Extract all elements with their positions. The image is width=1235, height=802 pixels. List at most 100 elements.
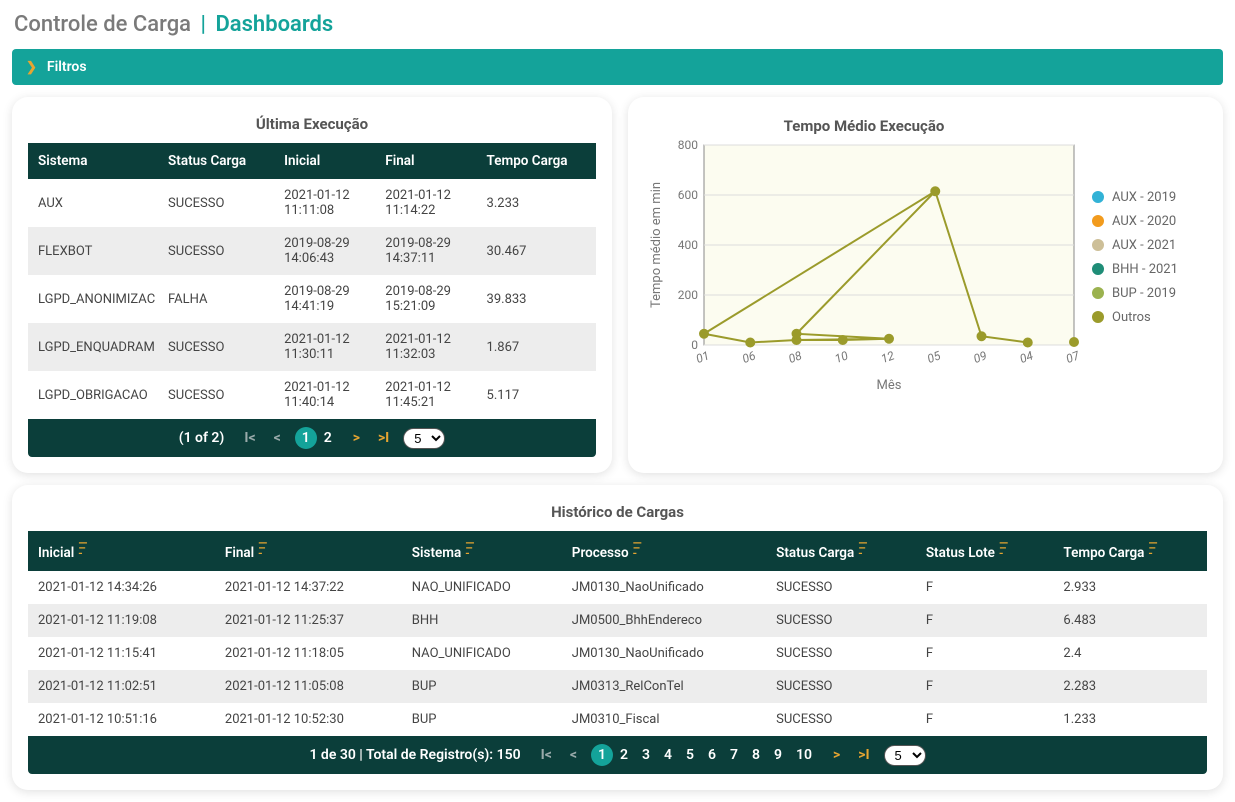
legend-item[interactable]: BUP - 2019 — [1092, 286, 1207, 301]
table-row: LGPD_OBRIGACAOSUCESSO2021-01-1211:40:142… — [28, 371, 596, 419]
page-size-select[interactable]: 5 — [884, 745, 926, 766]
legend-dot-icon — [1092, 215, 1104, 227]
cell-tempo: 6.483 — [1053, 604, 1207, 637]
page-title: Controle de Carga | Dashboards — [4, 4, 1231, 45]
cell-status: SUCESSO — [766, 637, 916, 670]
cell-lote: F — [916, 703, 1054, 736]
page-9[interactable]: 9 — [767, 745, 789, 765]
cell-final: 2021-01-12 11:25:37 — [215, 604, 402, 637]
cell-tempo: 1.867 — [477, 323, 596, 371]
page-2[interactable]: 2 — [613, 745, 635, 765]
legend-item[interactable]: Outros — [1092, 310, 1207, 325]
legend-item[interactable]: AUX - 2019 — [1092, 190, 1207, 205]
prev-page-button[interactable]: < — [270, 428, 285, 448]
paginator-info: (1 of 2) — [179, 430, 225, 446]
legend-dot-icon — [1092, 263, 1104, 275]
cell-sistema: LGPD_ANONIMIZAC — [28, 275, 158, 323]
col-sistema[interactable]: Sistema—–- — [402, 531, 562, 571]
page-10[interactable]: 10 — [789, 745, 819, 765]
cell-tempo: 1.233 — [1053, 703, 1207, 736]
cell-inicial: 2021-01-12 11:02:51 — [28, 670, 215, 703]
first-page-button[interactable]: I< — [537, 745, 556, 765]
cell-final: 2021-01-12 10:52:30 — [215, 703, 402, 736]
cell-status: SUCESSO — [766, 670, 916, 703]
cell-processo: JM0500_BhhEndereco — [562, 604, 766, 637]
cell-final: 2021-01-12 11:18:05 — [215, 637, 402, 670]
page-2[interactable]: 2 — [317, 428, 339, 448]
cell-tempo: 5.117 — [477, 371, 596, 419]
col-inicial[interactable]: Inicial—–- — [28, 531, 215, 571]
last-page-button[interactable]: >I — [374, 428, 393, 448]
app-name: Controle de Carga — [14, 12, 191, 37]
legend-item[interactable]: BHH - 2021 — [1092, 262, 1207, 277]
sort-icon: —–- — [633, 541, 642, 556]
page-8[interactable]: 8 — [745, 745, 767, 765]
last-page-button[interactable]: >I — [854, 745, 873, 765]
table-row: 2021-01-12 14:34:262021-01-12 14:37:22NA… — [28, 571, 1207, 604]
table-row: AUXSUCESSO2021-01-1211:11:082021-01-1211… — [28, 179, 596, 227]
chart-legend: AUX - 2019 AUX - 2020 AUX - 2021 BHH - 2021… — [1092, 115, 1207, 399]
page-6[interactable]: 6 — [701, 745, 723, 765]
page-7[interactable]: 7 — [723, 745, 745, 765]
next-page-button[interactable]: > — [349, 428, 364, 448]
col-tempo-carga[interactable]: Tempo Carga—–- — [1053, 531, 1207, 571]
cell-final: 2019-08-2914:37:11 — [375, 227, 476, 275]
svg-text:Tempo Médio Execução: Tempo Médio Execução — [784, 117, 945, 135]
cell-tempo: 30.467 — [477, 227, 596, 275]
cell-status: SUCESSO — [158, 371, 274, 419]
first-page-button[interactable]: I< — [240, 428, 259, 448]
page-5[interactable]: 5 — [679, 745, 701, 765]
legend-label: Outros — [1112, 310, 1151, 325]
legend-item[interactable]: AUX - 2020 — [1092, 214, 1207, 229]
svg-text:06: 06 — [740, 348, 757, 366]
col-final[interactable]: Final — [375, 143, 476, 179]
cell-processo: JM0310_Fiscal — [562, 703, 766, 736]
cell-lote: F — [916, 670, 1054, 703]
page-name: Dashboards — [215, 12, 333, 37]
page-3[interactable]: 3 — [635, 745, 657, 765]
page-4[interactable]: 4 — [657, 745, 679, 765]
filters-accordion[interactable]: ❯ Filtros — [12, 49, 1223, 85]
ultima-execucao-title: Última Execução — [28, 115, 596, 133]
title-separator: | — [201, 12, 206, 37]
cell-inicial: 2021-01-12 10:51:16 — [28, 703, 215, 736]
cell-tempo: 39.833 — [477, 275, 596, 323]
tempo-medio-card: Tempo Médio Execução02004006008000106081… — [628, 97, 1223, 473]
cell-inicial: 2021-01-12 11:15:41 — [28, 637, 215, 670]
table-row: LGPD_ENQUADRAMSUCESSO2021-01-1211:30:112… — [28, 323, 596, 371]
sort-icon: —–- — [1148, 541, 1157, 556]
cell-sistema: BUP — [402, 703, 562, 736]
cell-lote: F — [916, 637, 1054, 670]
legend-label: AUX - 2020 — [1112, 214, 1176, 229]
page-1[interactable]: 1 — [591, 744, 613, 766]
filters-label: Filtros — [47, 59, 87, 75]
col-status[interactable]: Status Carga — [158, 143, 274, 179]
col-status-carga[interactable]: Status Carga—–- — [766, 531, 916, 571]
cell-sistema: NAO_UNIFICADO — [402, 571, 562, 604]
next-page-button[interactable]: > — [829, 745, 844, 765]
col-tempo[interactable]: Tempo Carga — [477, 143, 596, 179]
svg-text:12: 12 — [879, 348, 897, 366]
svg-text:07: 07 — [1064, 348, 1082, 366]
table-row: LGPD_ANONIMIZACFALHA2019-08-2914:41:1920… — [28, 275, 596, 323]
tempo-medio-chart: Tempo Médio Execução02004006008000106081… — [644, 115, 1084, 395]
svg-text:800: 800 — [678, 138, 698, 152]
legend-dot-icon — [1092, 191, 1104, 203]
sort-icon: —–- — [465, 541, 474, 556]
legend-item[interactable]: AUX - 2021 — [1092, 238, 1207, 253]
page-size-select[interactable]: 5 — [403, 428, 445, 449]
cell-final: 2021-01-1211:45:21 — [375, 371, 476, 419]
cell-lote: F — [916, 571, 1054, 604]
prev-page-button[interactable]: < — [566, 745, 581, 765]
historico-card: Histórico de Cargas Inicial—–- Final—–- … — [12, 485, 1223, 790]
col-processo[interactable]: Processo—–- — [562, 531, 766, 571]
col-sistema[interactable]: Sistema — [28, 143, 158, 179]
cell-inicial: 2019-08-2914:41:19 — [274, 275, 375, 323]
cell-final: 2021-01-1211:32:03 — [375, 323, 476, 371]
col-inicial[interactable]: Inicial — [274, 143, 375, 179]
cell-sistema: NAO_UNIFICADO — [402, 637, 562, 670]
col-final[interactable]: Final—–- — [215, 531, 402, 571]
legend-label: AUX - 2021 — [1112, 238, 1176, 253]
page-1[interactable]: 1 — [295, 427, 317, 449]
col-status-lote[interactable]: Status Lote—–- — [916, 531, 1054, 571]
